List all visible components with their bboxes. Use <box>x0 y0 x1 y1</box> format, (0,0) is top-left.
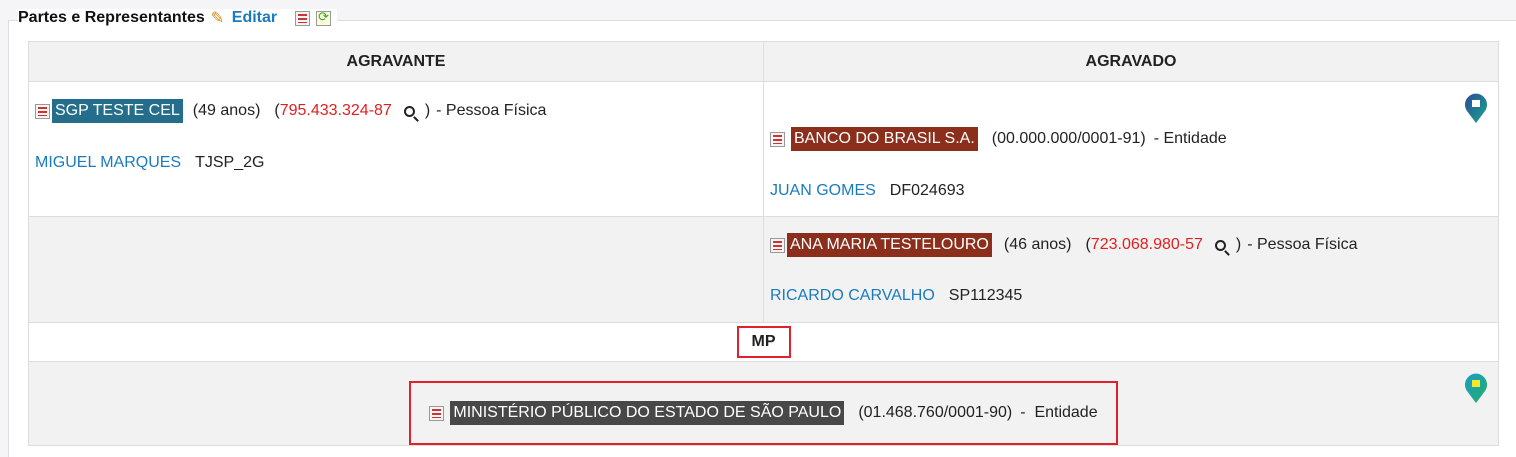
party-type: - Pessoa Física <box>436 102 547 119</box>
party-name[interactable]: BANCO DO BRASIL S.A. <box>791 127 978 151</box>
mp-header-cell: MP <box>28 322 1499 362</box>
party-age: (46 anos) <box>1003 236 1072 253</box>
representative-id: TJSP_2G <box>195 154 265 171</box>
column-header-agravado: AGRAVADO <box>763 41 1499 82</box>
mp-highlight-box: MINISTÉRIO PÚBLICO DO ESTADO DE SÃO PAUL… <box>409 381 1118 445</box>
list-icon[interactable] <box>295 10 311 26</box>
party-cnpj: (00.000.000/0001-91) <box>991 130 1146 147</box>
party-cnpj: (01.468.760/0001-90) <box>858 404 1013 421</box>
representative-link[interactable]: RICARDO CARVALHO <box>770 287 935 305</box>
edit-link[interactable]: Editar <box>232 9 277 27</box>
party-type: - Pessoa Física <box>1247 236 1358 253</box>
refresh-icon[interactable] <box>316 9 332 26</box>
representative-id: DF024693 <box>889 182 965 199</box>
party-name[interactable]: ANA MARIA TESTELOURO <box>787 233 992 257</box>
mp-cell: MINISTÉRIO PÚBLICO DO ESTADO DE SÃO PAUL… <box>28 361 1499 446</box>
column-header-agravante: AGRAVANTE <box>28 41 764 82</box>
party-name[interactable]: MINISTÉRIO PÚBLICO DO ESTADO DE SÃO PAUL… <box>450 401 845 425</box>
details-icon[interactable] <box>35 103 50 119</box>
details-icon[interactable] <box>429 405 445 421</box>
empty-cell <box>28 216 764 323</box>
address-pin-icon[interactable] <box>1464 92 1488 124</box>
section-title: Partes e Representantes <box>18 9 205 26</box>
address-pin-icon[interactable] <box>1464 372 1488 404</box>
agravado-cell: ANA MARIA TESTELOURO (46 anos) (723.068.… <box>763 216 1499 323</box>
agravado-cell: BANCO DO BRASIL S.A. (00.000.000/0001-91… <box>763 81 1499 217</box>
party-type: - Entidade <box>1153 130 1227 147</box>
details-icon[interactable] <box>770 131 785 147</box>
partes-table: AGRAVANTE AGRAVADO SGP TESTE CEL (49 ano… <box>28 41 1499 446</box>
representative-link[interactable]: MIGUEL MARQUES <box>35 154 181 172</box>
section-header: Partes e Representantes Editar <box>18 8 338 28</box>
party-type: - Entidade <box>1020 404 1098 421</box>
edit-pencil-icon[interactable] <box>211 8 226 28</box>
representative-id: SP112345 <box>948 287 1023 304</box>
search-icon[interactable] <box>403 105 415 117</box>
representative-link[interactable]: JUAN GOMES <box>770 182 876 200</box>
search-icon[interactable] <box>1214 239 1226 251</box>
party-cpf: 723.068.980-57 <box>1090 236 1203 253</box>
agravante-cell: SGP TESTE CEL (49 anos) (795.433.324-87 … <box>28 81 764 217</box>
party-age: (49 anos) <box>192 102 261 119</box>
party-name[interactable]: SGP TESTE CEL <box>52 99 183 123</box>
mp-header: MP <box>736 326 791 358</box>
details-icon[interactable] <box>770 237 785 253</box>
party-cpf: 795.433.324-87 <box>279 102 392 119</box>
